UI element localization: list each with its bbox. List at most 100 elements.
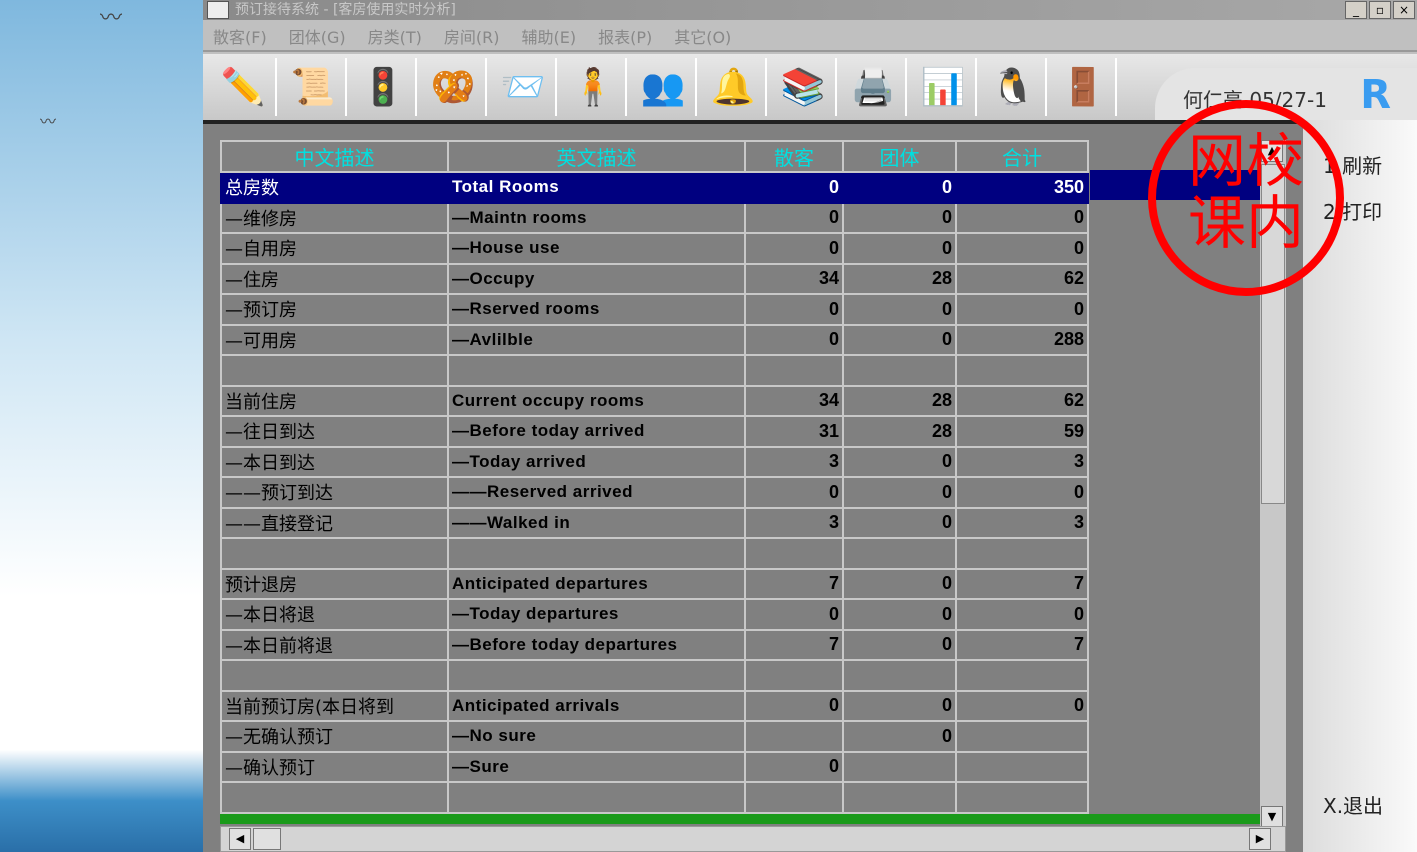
en-desc-cell: ——Walked in bbox=[447, 506, 746, 539]
stamp-char: 课 bbox=[1187, 189, 1246, 257]
column-header[interactable]: 散客 bbox=[744, 140, 844, 173]
column-header[interactable]: 英文描述 bbox=[447, 140, 746, 173]
en-desc-cell bbox=[447, 537, 746, 570]
menu-item[interactable]: 散客(F) bbox=[213, 24, 267, 48]
table-row[interactable]: 预计退房 Anticipated departures 7 0 7 bbox=[220, 567, 1089, 600]
table-row[interactable] bbox=[220, 659, 1089, 692]
total-cell: 62 bbox=[955, 262, 1089, 295]
menu-item[interactable]: 房类(T) bbox=[368, 24, 422, 48]
cn-desc-cell: ——直接登记 bbox=[220, 506, 449, 539]
table-row[interactable]: —本日将退 —Today departures 0 0 0 bbox=[220, 598, 1089, 631]
group-cell: 0 bbox=[842, 445, 957, 478]
menu-item[interactable]: 辅助(E) bbox=[521, 24, 576, 48]
table-row[interactable]: —维修房 —Maintn rooms 0 0 0 bbox=[220, 201, 1089, 234]
mail-button[interactable]: 📨 bbox=[491, 58, 557, 116]
penguin-button[interactable]: 🐧 bbox=[981, 58, 1047, 116]
cn-desc-cell: —可用房 bbox=[220, 323, 449, 356]
pencil-icon: ✏️ bbox=[220, 67, 266, 108]
books-button[interactable]: 📚 bbox=[771, 58, 837, 116]
group-button[interactable]: 👥 bbox=[631, 58, 697, 116]
table-row[interactable]: —往日到达 —Before today arrived 31 28 59 bbox=[220, 415, 1089, 448]
menu-bar: 散客(F) 团体(G) 房类(T) 房间(R) 辅助(E) 报表(P) 其它(O) bbox=[203, 22, 1417, 52]
cn-desc-cell: —本日到达 bbox=[220, 445, 449, 478]
pretzel-icon: 🥨 bbox=[430, 67, 476, 108]
total-cell: 0 bbox=[955, 689, 1089, 722]
individual-cell: 3 bbox=[744, 445, 844, 478]
table-row[interactable]: ——预订到达 ——Reserved arrived 0 0 0 bbox=[220, 476, 1089, 509]
chart-button[interactable]: 📊 bbox=[911, 58, 977, 116]
cn-desc-cell: 总房数 bbox=[220, 171, 449, 204]
total-cell bbox=[955, 720, 1089, 753]
pretzel-button[interactable]: 🥨 bbox=[421, 58, 487, 116]
table-row[interactable]: —住房 —Occupy 34 28 62 bbox=[220, 262, 1089, 295]
menu-item[interactable]: 报表(P) bbox=[598, 24, 652, 48]
column-header[interactable]: 合计 bbox=[955, 140, 1089, 173]
exit-door-button[interactable]: 🚪 bbox=[1051, 58, 1117, 116]
table-row[interactable]: —可用房 —Avlilble 0 0 288 bbox=[220, 323, 1089, 356]
group-cell: 0 bbox=[842, 232, 957, 265]
table-row[interactable]: —预订房 —Rserved rooms 0 0 0 bbox=[220, 293, 1089, 326]
individual-cell: 31 bbox=[744, 415, 844, 448]
group-cell: 0 bbox=[842, 476, 957, 509]
scroll-down-button[interactable]: ▼ bbox=[1261, 806, 1283, 828]
person-button[interactable]: 🧍 bbox=[561, 58, 627, 116]
total-cell: 0 bbox=[955, 293, 1089, 326]
logo: R bbox=[1360, 72, 1391, 118]
menu-item[interactable]: 房间(R) bbox=[444, 24, 500, 48]
bell-button[interactable]: 🔔 bbox=[701, 58, 767, 116]
close-button[interactable]: × bbox=[1393, 1, 1415, 19]
horizontal-scrollbar[interactable]: ◀ ▶ bbox=[220, 826, 1286, 852]
en-desc-cell: —House use bbox=[447, 232, 746, 265]
en-desc-cell: —Today arrived bbox=[447, 445, 746, 478]
menu-item[interactable]: 其它(O) bbox=[674, 24, 731, 48]
cn-desc-cell: —维修房 bbox=[220, 201, 449, 234]
hscroll-thumb[interactable] bbox=[253, 828, 281, 850]
en-desc-cell: —Avlilble bbox=[447, 323, 746, 356]
individual-cell: 0 bbox=[744, 598, 844, 631]
restore-button[interactable]: ▫ bbox=[1369, 1, 1391, 19]
en-desc-cell bbox=[447, 354, 746, 387]
table-row[interactable] bbox=[220, 354, 1089, 387]
penguin-icon: 🐧 bbox=[990, 67, 1036, 108]
table-row[interactable]: —本日到达 —Today arrived 3 0 3 bbox=[220, 445, 1089, 478]
cn-desc-cell: —本日前将退 bbox=[220, 628, 449, 661]
en-desc-cell: —Rserved rooms bbox=[447, 293, 746, 326]
en-desc-cell: —Today departures bbox=[447, 598, 746, 631]
individual-cell: 0 bbox=[744, 689, 844, 722]
column-header[interactable]: 团体 bbox=[842, 140, 957, 173]
pencil-button[interactable]: ✏️ bbox=[211, 58, 277, 116]
table-row[interactable]: —自用房 —House use 0 0 0 bbox=[220, 232, 1089, 265]
column-header[interactable]: 中文描述 bbox=[220, 140, 449, 173]
table-row[interactable]: 当前住房 Current occupy rooms 34 28 62 bbox=[220, 384, 1089, 417]
group-cell: 0 bbox=[842, 567, 957, 600]
scroll-left-button[interactable]: ◀ bbox=[229, 828, 251, 850]
scroll-button[interactable]: 📜 bbox=[281, 58, 347, 116]
content-frame: 中文描述 英文描述 散客 团体 合计 总房数 Total Rooms 0 0 350 —维修房 —M… bbox=[203, 120, 1303, 852]
minimize-button[interactable]: _ bbox=[1345, 1, 1367, 19]
exit-button[interactable]: X.退出 bbox=[1323, 790, 1383, 819]
table-row[interactable]: —无确认预订 —No sure 0 bbox=[220, 720, 1089, 753]
table-row[interactable] bbox=[220, 537, 1089, 570]
group-cell: 0 bbox=[842, 689, 957, 722]
table-row[interactable]: —确认预订 —Sure 0 bbox=[220, 750, 1089, 783]
scroll-right-button[interactable]: ▶ bbox=[1249, 828, 1271, 850]
table-row[interactable]: 当前预订房(本日将到 Anticipated arrivals 0 0 0 bbox=[220, 689, 1089, 722]
group-cell: 0 bbox=[842, 598, 957, 631]
table-row[interactable]: 总房数 Total Rooms 0 0 350 bbox=[220, 171, 1089, 204]
en-desc-cell bbox=[447, 781, 746, 814]
table-row[interactable] bbox=[220, 781, 1089, 814]
individual-cell: 7 bbox=[744, 628, 844, 661]
status-strip bbox=[220, 814, 1260, 824]
menu-item[interactable]: 团体(G) bbox=[289, 24, 346, 48]
bell-icon: 🔔 bbox=[710, 67, 756, 108]
total-cell: 350 bbox=[955, 171, 1089, 204]
printer-button[interactable]: 🖨️ bbox=[841, 58, 907, 116]
cn-desc-cell bbox=[220, 354, 449, 387]
en-desc-cell: Total Rooms bbox=[447, 171, 746, 204]
table-row[interactable]: ——直接登记 ——Walked in 3 0 3 bbox=[220, 506, 1089, 539]
table-row[interactable]: —本日前将退 —Before today departures 7 0 7 bbox=[220, 628, 1089, 661]
traffic-light-button[interactable]: 🚦 bbox=[351, 58, 417, 116]
en-desc-cell: —Sure bbox=[447, 750, 746, 783]
total-cell bbox=[955, 781, 1089, 814]
group-cell bbox=[842, 537, 957, 570]
